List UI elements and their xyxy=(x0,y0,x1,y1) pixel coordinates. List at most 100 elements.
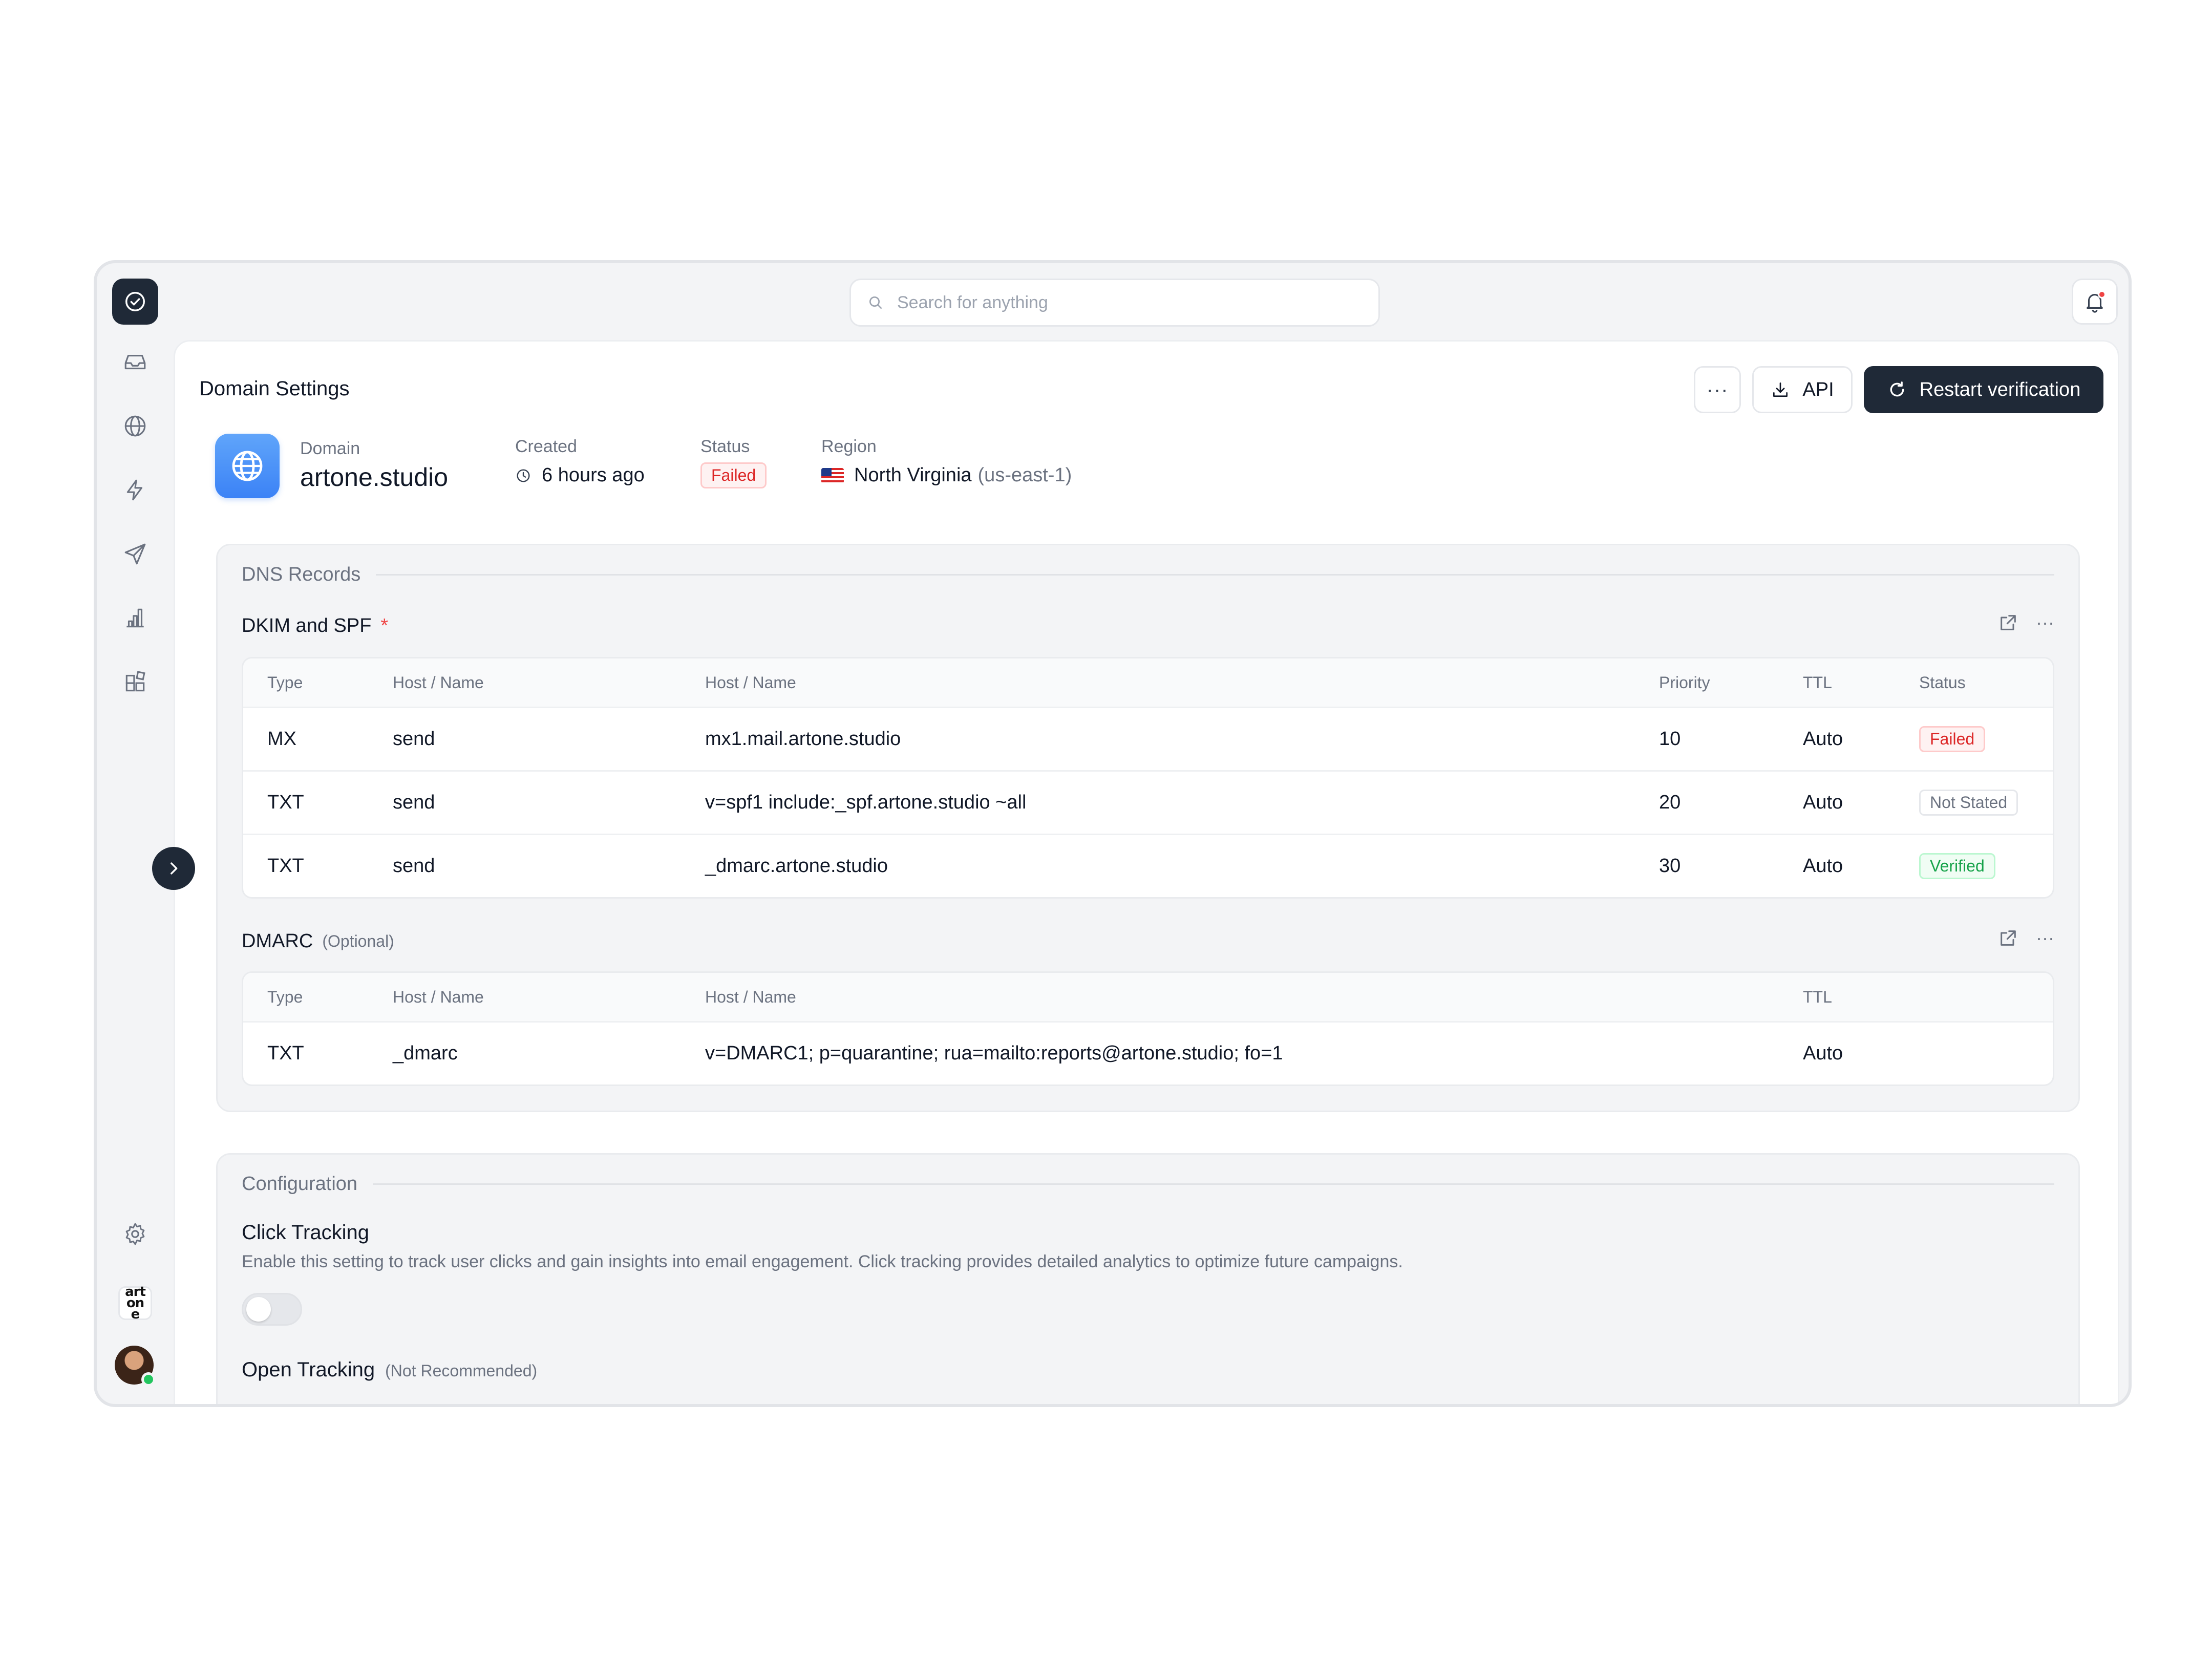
region-value: North Virginia (us-east-1) xyxy=(821,464,1072,486)
record-ttl: Auto xyxy=(1803,728,1843,750)
globe-icon xyxy=(232,451,263,481)
restart-verification-label: Restart verification xyxy=(1919,378,2081,400)
record-value[interactable]: v=spf1 include:_spf.artone.studio ~all xyxy=(705,772,1026,834)
dns-records-title: DNS Records xyxy=(242,564,361,585)
record-value[interactable]: mx1.mail.artone.studio xyxy=(705,708,901,770)
record-host: send xyxy=(393,855,435,877)
chevron-right-icon xyxy=(171,862,178,875)
external-link-icon[interactable] xyxy=(1998,928,2018,948)
record-value[interactable]: v=DMARC1; p=quarantine; rua=mailto:repor… xyxy=(705,1023,1283,1084)
chart-icon xyxy=(126,608,144,628)
sidebar-item-analytics[interactable] xyxy=(120,603,151,633)
column-header: Host / Name xyxy=(393,673,484,692)
domain-globe-tile xyxy=(215,434,280,498)
app-logo-button[interactable] xyxy=(112,279,158,325)
record-host: send xyxy=(393,728,435,750)
column-header: Type xyxy=(267,987,303,1006)
record-status: Failed xyxy=(1919,708,1986,770)
click-tracking-toggle[interactable] xyxy=(242,1293,302,1326)
status-value: Failed xyxy=(700,462,767,488)
dmarc-table: Type Host / Name Host / Name TTL TXT _dm… xyxy=(242,971,2054,1086)
table-row[interactable]: TXT send v=spf1 include:_spf.artone.stud… xyxy=(243,770,2053,834)
search-bar[interactable] xyxy=(849,279,1380,327)
api-button[interactable]: API xyxy=(1752,366,1853,413)
dmarc-title: DMARC (Optional) xyxy=(242,930,394,952)
not-recommended-tag: (Not Recommended) xyxy=(385,1362,538,1380)
optional-tag: (Optional) xyxy=(322,932,394,950)
created-label: Created xyxy=(515,437,577,456)
online-status-dot xyxy=(141,1372,156,1387)
widgets-icon xyxy=(125,671,145,692)
domain-label: Domain xyxy=(300,439,360,458)
status-badge: Failed xyxy=(700,462,767,488)
record-type: MX xyxy=(267,728,296,750)
table-row[interactable]: TXT _dmarc v=DMARC1; p=quarantine; rua=m… xyxy=(243,1021,2053,1084)
inbox-icon xyxy=(124,354,146,370)
record-ttl: Auto xyxy=(1803,855,1843,877)
record-status: Verified xyxy=(1919,835,1995,897)
main-panel: Domain Settings ··· API Restart verifica… xyxy=(174,340,2119,1404)
record-priority: 30 xyxy=(1659,855,1681,877)
app-window: art one Domain Settings ··· API Restart … xyxy=(94,260,2132,1407)
table-row[interactable]: TXT send _dmarc.artone.studio 30 Auto Ve… xyxy=(243,834,2053,897)
table-row[interactable]: MX send mx1.mail.artone.studio 10 Auto F… xyxy=(243,707,2053,770)
record-type: TXT xyxy=(267,1043,304,1064)
open-tracking-title: Open Tracking (Not Recommended) xyxy=(242,1358,537,1381)
expand-sidebar-button[interactable] xyxy=(152,847,195,890)
column-header: Host / Name xyxy=(705,987,796,1006)
dmarc-actions: ··· xyxy=(1998,927,2054,949)
sidebar-item-campaigns[interactable] xyxy=(120,539,151,569)
column-header: Host / Name xyxy=(393,987,484,1006)
gear-icon xyxy=(125,1223,145,1245)
dns-records-section: DNS Records DKIM and SPF * ··· Type Host… xyxy=(216,544,2080,1112)
workspace-badge-label: art one xyxy=(125,1284,146,1322)
restart-verification-button[interactable]: Restart verification xyxy=(1864,366,2103,413)
record-host: _dmarc xyxy=(393,1043,458,1064)
column-header: TTL xyxy=(1803,673,1832,692)
dkim-spf-title-text: DKIM and SPF xyxy=(242,615,372,636)
status-label: Status xyxy=(700,437,750,456)
click-tracking-description: Enable this setting to track user clicks… xyxy=(242,1252,1403,1271)
toggle-knob xyxy=(246,1297,271,1322)
more-icon: ··· xyxy=(1706,378,1729,401)
avatar[interactable] xyxy=(115,1346,156,1387)
column-header: Status xyxy=(1919,673,1966,692)
page-title: Domain Settings xyxy=(199,377,350,400)
record-priority: 20 xyxy=(1659,792,1681,813)
notification-dot xyxy=(2098,290,2106,299)
notifications-button[interactable] xyxy=(2072,279,2118,325)
dns-records-header: DNS Records xyxy=(242,564,2054,586)
external-link-icon[interactable] xyxy=(1998,612,2018,633)
required-mark: * xyxy=(380,615,389,636)
open-tracking-title-text: Open Tracking xyxy=(242,1358,375,1381)
search-input[interactable] xyxy=(897,292,1358,313)
sidebar-item-settings[interactable] xyxy=(120,1219,151,1249)
dmarc-more-button[interactable]: ··· xyxy=(2036,927,2054,949)
more-options-button[interactable]: ··· xyxy=(1694,366,1741,413)
api-button-label: API xyxy=(1802,378,1834,400)
created-value-text: 6 hours ago xyxy=(542,464,645,486)
status-badge: Failed xyxy=(1919,726,1986,752)
record-host: send xyxy=(393,792,435,813)
workspace-badge[interactable]: art one xyxy=(118,1284,152,1322)
created-value: 6 hours ago xyxy=(515,464,645,486)
sidebar-item-automations[interactable] xyxy=(120,475,151,505)
check-badge-icon xyxy=(125,292,145,311)
status-badge: Not Stated xyxy=(1919,790,2018,816)
globe-icon xyxy=(124,415,146,437)
send-icon xyxy=(124,543,146,565)
click-tracking-title: Click Tracking xyxy=(242,1221,369,1244)
configuration-header: Configuration xyxy=(242,1173,2054,1195)
dkim-spf-title: DKIM and SPF * xyxy=(242,615,388,637)
record-value[interactable]: _dmarc.artone.studio xyxy=(705,835,888,897)
status-badge: Verified xyxy=(1919,853,1995,879)
record-type: TXT xyxy=(267,792,304,813)
table-header-row: Type Host / Name Host / Name TTL xyxy=(243,973,2053,1021)
sidebar-item-domains[interactable] xyxy=(120,411,151,441)
download-icon xyxy=(1773,382,1788,397)
dkim-more-button[interactable]: ··· xyxy=(2036,612,2054,633)
divider xyxy=(373,1183,2054,1185)
sidebar-item-inbox[interactable] xyxy=(120,347,151,377)
configuration-section: Configuration Click Tracking Enable this… xyxy=(216,1153,2080,1404)
sidebar-item-integrations[interactable] xyxy=(120,667,151,697)
